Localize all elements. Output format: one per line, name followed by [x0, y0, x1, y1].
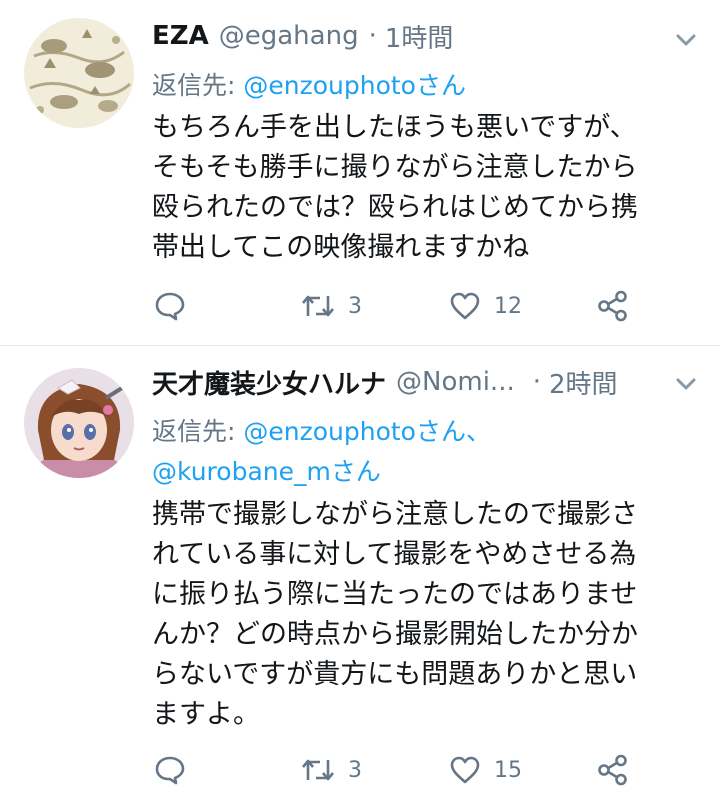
share-nodes-icon: [596, 753, 630, 787]
tweet-header: EZA @egahang · 1時間: [152, 16, 453, 56]
mention-link[interactable]: @kurobane_mさん: [152, 457, 381, 486]
retweet-arrows-icon: [300, 290, 336, 322]
share-nodes-icon: [596, 289, 630, 323]
replying-to: 返信先: @enzouphotoさん: [152, 66, 692, 106]
speech-bubble-icon: [154, 754, 186, 786]
tweet-card[interactable]: 天才魔装少女ハルナ @Nomi... · 2時間 返信先: @enzouphot…: [0, 346, 720, 810]
display-name[interactable]: EZA: [152, 21, 209, 51]
timestamp[interactable]: 2時間: [549, 364, 618, 401]
tweet-header: 天才魔装少女ハルナ @Nomi... · 2時間: [152, 362, 618, 402]
heart-outline-icon: [448, 754, 482, 786]
tweet-actions: 3 12: [152, 286, 692, 326]
speech-bubble-icon: [154, 290, 186, 322]
tweet-text: 携帯で撮影しながら注意したので撮影さ れている事に対して撮影をやめさせる為 に振…: [152, 499, 638, 730]
heart-outline-icon: [448, 290, 482, 322]
retweet-button[interactable]: 3: [300, 286, 362, 326]
retweet-count: 3: [348, 293, 362, 319]
avatar[interactable]: [24, 368, 134, 478]
share-button[interactable]: [596, 286, 630, 326]
chevron-down-icon[interactable]: [672, 374, 700, 394]
replying-to: 返信先: @enzouphotoさん、 @kurobane_mさん: [152, 412, 692, 492]
like-count: 15: [494, 757, 522, 783]
user-handle[interactable]: @egahang: [219, 21, 359, 51]
timestamp[interactable]: 1時間: [385, 18, 454, 55]
mention-link[interactable]: @enzouphotoさん、: [243, 417, 491, 446]
separator-dot: ·: [368, 21, 377, 51]
retweet-button[interactable]: 3: [300, 750, 362, 790]
mention-link[interactable]: @enzouphotoさん: [243, 71, 466, 100]
reply-button[interactable]: [154, 750, 198, 790]
replying-to-label: 返信先:: [152, 71, 244, 100]
avatar[interactable]: [24, 18, 134, 128]
separator-dot: ·: [532, 367, 541, 397]
like-button[interactable]: 12: [448, 286, 522, 326]
display-name[interactable]: 天才魔装少女ハルナ: [152, 364, 386, 401]
share-button[interactable]: [596, 750, 630, 790]
tweet-card[interactable]: EZA @egahang · 1時間 返信先: @enzouphotoさん もち…: [0, 0, 720, 346]
retweet-count: 3: [348, 757, 362, 783]
tweet-actions: 3 15: [152, 750, 692, 790]
like-button[interactable]: 15: [448, 750, 522, 790]
tweet-timeline: EZA @egahang · 1時間 返信先: @enzouphotoさん もち…: [0, 0, 720, 810]
reply-button[interactable]: [154, 286, 198, 326]
retweet-arrows-icon: [300, 754, 336, 786]
tweet-text: もちろん手を出したほうも悪いですが、 そもそも勝手に撮りながら注意したから 殴ら…: [152, 112, 638, 263]
chevron-down-icon[interactable]: [672, 30, 700, 50]
replying-to-label: 返信先:: [152, 417, 244, 446]
user-handle[interactable]: @Nomi...: [396, 367, 515, 397]
like-count: 12: [494, 293, 522, 319]
